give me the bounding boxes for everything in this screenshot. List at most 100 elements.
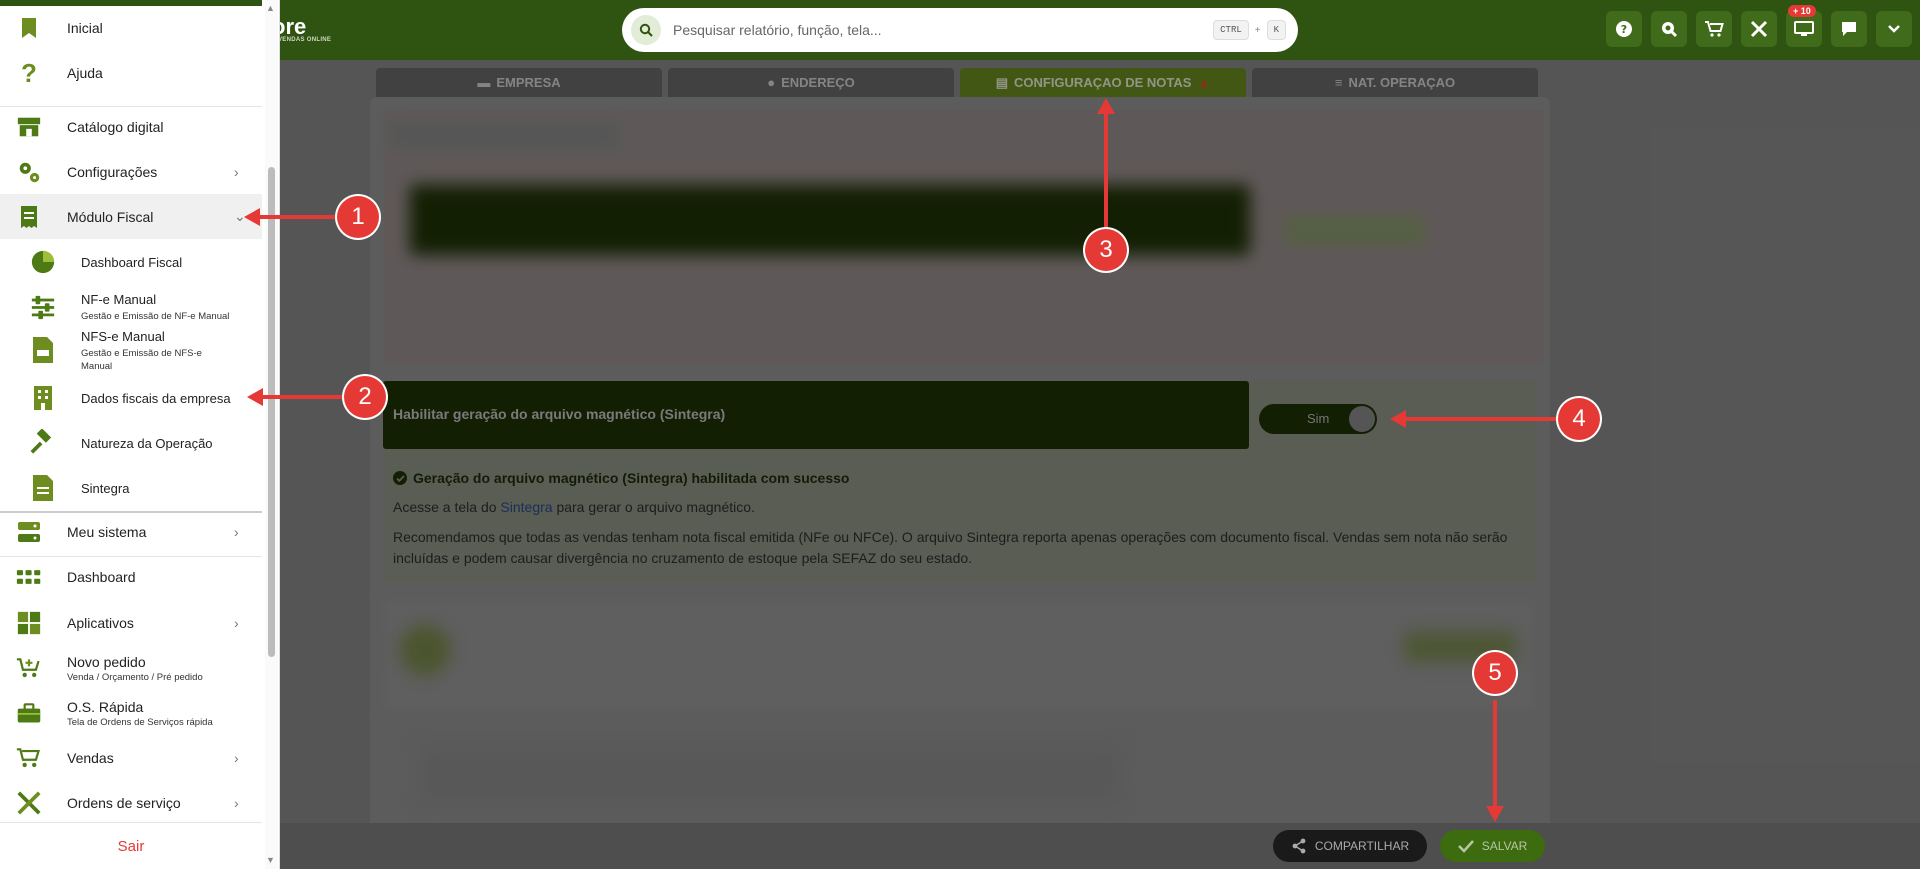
- sidebar-top-accent: [0, 0, 262, 6]
- zoom-icon: [1662, 22, 1678, 38]
- tab-nat-operacao[interactable]: ≡ NAT. OPERAÇAO: [1252, 68, 1538, 97]
- chat-button[interactable]: [1831, 11, 1867, 47]
- blurred-section-2: [384, 600, 1534, 710]
- sidebar-item-aplicativos[interactable]: Aplicativos ›: [0, 607, 262, 639]
- annotation-callout-5: 5: [1474, 652, 1516, 694]
- blurred-text: [420, 745, 1120, 805]
- annotation-arrowhead-2: [247, 388, 263, 406]
- sidebar-item-inicial[interactable]: Inicial: [0, 12, 262, 44]
- chevron-right-icon: ›: [234, 750, 239, 766]
- sidebar-item-ajuda[interactable]: ? Ajuda: [0, 57, 262, 89]
- sintegra-link[interactable]: Sintegra: [500, 499, 552, 515]
- sidebar-sub-nfe-manual[interactable]: NF-e Manual Gestão e Emissão de NF-e Manu…: [0, 289, 262, 325]
- access-text: Acesse a tela do Sintegra para gerar o a…: [393, 499, 755, 515]
- blurred-button: [1285, 215, 1425, 245]
- sidebar-item-modulo-fiscal[interactable]: Módulo Fiscal ⌄: [0, 194, 262, 239]
- tab-configuracao-notas[interactable]: ▤ CONFIGURAÇAO DE NOTAS ▲: [960, 68, 1246, 97]
- annotation-arrow-5: [1493, 700, 1497, 810]
- chat-icon: [1842, 22, 1856, 36]
- scroll-thumb[interactable]: [268, 167, 275, 657]
- cart-plus-icon: [16, 655, 42, 681]
- gears-icon: [16, 159, 42, 185]
- warning-icon: ▲: [1197, 75, 1211, 90]
- shortcut-ctrl: CTRL: [1213, 20, 1249, 40]
- annotation-arrowhead-4: [1390, 410, 1406, 428]
- sidebar-sub-nfse-manual[interactable]: NFS-e Manual Gestão e Emissão de NFS-e Ma…: [0, 325, 262, 375]
- svg-text:?: ?: [1621, 23, 1627, 36]
- sintegra-label: Habilitar geração do arquivo magnético (…: [393, 406, 726, 422]
- cart-button[interactable]: [1696, 11, 1732, 47]
- tab-empresa[interactable]: ▬ EMPRESA: [376, 68, 662, 97]
- search-bar[interactable]: Pesquisar relatório, função, tela... CTR…: [622, 8, 1298, 52]
- annotation-callout-4: 4: [1558, 398, 1600, 440]
- tools-button[interactable]: [1741, 11, 1777, 47]
- annotation-arrow-2: [258, 395, 353, 399]
- card-icon: ▬: [477, 75, 491, 90]
- toggle-knob[interactable]: [1349, 406, 1375, 432]
- sidebar-item-catalogo[interactable]: Catálogo digital: [0, 111, 262, 143]
- tab-bar: ▬ EMPRESA ● ENDEREÇO ▤ CONFIGURAÇAO DE NOTA…: [376, 68, 1538, 97]
- annotation-arrow-4: [1404, 417, 1564, 421]
- annotation-arrowhead-5: [1486, 806, 1504, 822]
- sidebar-sub-sintegra[interactable]: Sintegra: [0, 472, 262, 504]
- grid-icon: [16, 564, 42, 590]
- logo-subtitle: VENDAS ONLINE: [278, 37, 332, 43]
- sidebar-item-os-rapida[interactable]: O.S. Rápida Tela de Ordens de Serviços rá…: [0, 693, 262, 733]
- tab-endereco[interactable]: ● ENDEREÇO: [668, 68, 954, 97]
- annotation-arrow-1: [255, 215, 343, 219]
- sidebar-divider: [0, 511, 262, 513]
- shortcut-plus: +: [1254, 24, 1261, 36]
- check-circle-icon: [393, 471, 407, 485]
- file-icon: [30, 337, 56, 363]
- sidebar-divider: [0, 556, 262, 557]
- location-icon: ●: [767, 75, 776, 90]
- annotation-callout-1: 1: [337, 196, 379, 238]
- help-icon: ?: [1616, 21, 1632, 37]
- success-message: Geração do arquivo magnético (Sintegra) …: [393, 470, 849, 486]
- gavel-icon: [30, 429, 56, 456]
- server-icon: [16, 519, 42, 545]
- share-button[interactable]: COMPARTILHAR: [1273, 830, 1427, 862]
- sidebar-sub-dados-fiscais[interactable]: Dados fiscais da empresa: [0, 382, 262, 414]
- sidebar-sub-dashboard-fiscal[interactable]: Dashboard Fiscal: [0, 246, 262, 278]
- top-header: ore VENDAS ONLINE Pesquisar relatório, f…: [0, 0, 1920, 60]
- annotation-arrow-3: [1104, 110, 1108, 238]
- sidebar-item-configuracoes[interactable]: Configurações ›: [0, 156, 262, 188]
- toolbox-icon: [16, 700, 42, 726]
- building-icon: [30, 385, 56, 411]
- sidebar-item-dashboard[interactable]: Dashboard: [0, 561, 262, 593]
- help-button[interactable]: ?: [1606, 11, 1642, 47]
- scroll-down-arrow[interactable]: ▼: [266, 855, 275, 865]
- menu-dropdown-button[interactable]: [1876, 11, 1912, 47]
- chevron-right-icon: ›: [234, 795, 239, 811]
- chevron-down-icon: [1888, 25, 1900, 33]
- toggle-label: Sim: [1307, 411, 1330, 426]
- monitor-icon: [1794, 21, 1814, 36]
- receipt-icon: [16, 204, 42, 230]
- chevron-right-icon: ›: [234, 164, 239, 180]
- cart-icon: [1705, 21, 1724, 37]
- sidebar-item-vendas[interactable]: Vendas ›: [0, 742, 262, 774]
- bookmark-icon: [16, 15, 42, 41]
- annotation-arrowhead-1: [244, 208, 260, 226]
- annotation-arrowhead-3: [1097, 98, 1115, 114]
- file-text-icon: [30, 475, 56, 501]
- logout-button[interactable]: Sair: [0, 822, 262, 869]
- save-button[interactable]: SALVAR: [1440, 830, 1545, 862]
- zoom-button[interactable]: [1651, 11, 1687, 47]
- share-icon: [1292, 838, 1306, 854]
- shortcut-k: K: [1266, 20, 1286, 40]
- blurred-heading: [390, 120, 620, 150]
- scroll-up-arrow[interactable]: ▲: [266, 3, 275, 13]
- sidebar-item-ordens-servico[interactable]: Ordens de serviço ›: [0, 787, 262, 819]
- sidebar-sub-natureza-operacao[interactable]: Natureza da Operação: [0, 427, 262, 459]
- document-icon: ▤: [995, 74, 1008, 90]
- sidebar-item-novo-pedido[interactable]: Novo pedido Venda / Orçamento / Pré pedid…: [0, 648, 262, 688]
- annotation-callout-3: 3: [1085, 229, 1127, 271]
- cart-icon: [16, 745, 42, 771]
- search-input[interactable]: Pesquisar relatório, função, tela...: [673, 22, 1213, 38]
- sidebar-item-meu-sistema[interactable]: Meu sistema ›: [0, 516, 262, 548]
- monitor-button[interactable]: + 10: [1786, 5, 1822, 47]
- tools-icon: [1750, 20, 1768, 38]
- sidebar-divider: [0, 106, 262, 107]
